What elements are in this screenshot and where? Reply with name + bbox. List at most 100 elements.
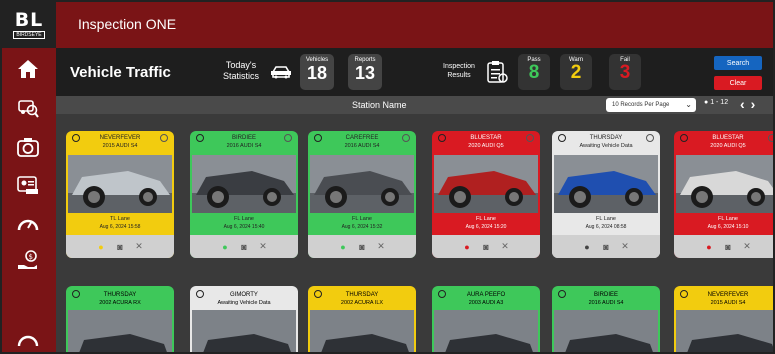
vehicles-value: 18: [306, 63, 328, 83]
vehicle-photo[interactable]: [676, 310, 773, 352]
close-icon[interactable]: ✕: [134, 241, 145, 252]
vehicle-photo[interactable]: [310, 155, 414, 213]
camera-icon[interactable]: ◙: [115, 241, 126, 252]
check-icon[interactable]: [646, 134, 654, 142]
vehicle-card[interactable]: THURSDAY Awaiting Vehicle Data FL Lane Aug …: [552, 131, 660, 258]
card-date: Aug 6, 2024 15:10: [707, 224, 749, 230]
card-model: 2020 AUDI Q5: [710, 143, 746, 149]
close-icon[interactable]: ✕: [258, 241, 269, 252]
check-icon[interactable]: [284, 134, 292, 142]
fail-counter: Fail 3: [609, 54, 641, 90]
vehicle-photo[interactable]: [68, 310, 172, 352]
more-icon[interactable]: [15, 330, 41, 350]
page-title: Vehicle Traffic: [70, 64, 171, 81]
logo[interactable]: BL BIRDSEYE: [2, 2, 56, 48]
card-model: Awaiting Vehicle Data: [579, 143, 633, 149]
vehicle-card[interactable]: BIRDIEE 2016 AUDI S4 FL Lane Aug 6, 2024 15…: [190, 131, 298, 258]
vehicle-card[interactable]: BIRDIEE 2016 AUDI S4: [552, 286, 660, 352]
vehicle-photo[interactable]: [68, 155, 172, 213]
records-per-page-value: 10 Records Per Page: [612, 102, 670, 108]
reports-counter: Reports 13: [348, 54, 382, 90]
card-header: NEVERFEVER 2015 AUDI S4: [66, 131, 174, 155]
sub-bar: Station Name 10 Records Per Page ⌄ ● 1 -…: [56, 96, 773, 114]
vehicle-photo[interactable]: [434, 155, 538, 213]
vehicle-card[interactable]: BLUESTAR 2020 AUDI Q5 FL Lane Aug 6, 2024 1…: [674, 131, 773, 258]
app-window: Inspection ONE BL BIRDSEYE $ Vehicle Tra…: [0, 0, 775, 354]
card-date: Aug 6, 2024 15:20: [465, 224, 507, 230]
status-icon[interactable]: ●: [96, 241, 107, 252]
page-range-text: 1 - 12: [710, 99, 729, 106]
card-model: 2002 ACURA ILX: [340, 300, 384, 306]
card-day: NEVERFEVER: [707, 292, 749, 298]
card-model: 2016 AUDI S4: [588, 300, 624, 306]
vehicle-photo[interactable]: [310, 310, 414, 352]
check-icon[interactable]: [526, 134, 534, 142]
card-lane: FL Lane: [718, 216, 738, 222]
status-icon[interactable]: ●: [462, 241, 473, 252]
status-icon[interactable]: ●: [704, 241, 715, 252]
logo-subtext: BIRDSEYE: [13, 31, 45, 39]
vehicle-card[interactable]: THURSDAY 2002 ACURA ILX: [308, 286, 416, 352]
svg-text:$: $: [29, 253, 33, 261]
hand-money-icon[interactable]: $: [15, 248, 41, 274]
card-actions: ● ◙ ✕: [66, 235, 174, 258]
card-model: 2016 AUDI S4: [226, 143, 262, 149]
records-per-page-select[interactable]: 10 Records Per Page ⌄: [606, 98, 696, 112]
vehicle-card[interactable]: THURSDAY 2002 ACURA RX: [66, 286, 174, 352]
vehicle-photo[interactable]: [554, 155, 658, 213]
card-model: 2002 ACURA RX: [99, 300, 141, 306]
vehicle-card[interactable]: NEVERFEVER 2015 AUDI S4: [674, 286, 773, 352]
close-icon[interactable]: ✕: [620, 241, 631, 252]
gauge-icon[interactable]: [15, 210, 41, 236]
vehicle-card[interactable]: BLUESTAR 2020 AUDI Q5 FL Lane Aug 6, 2024 1…: [432, 131, 540, 258]
car-icon: [270, 65, 292, 84]
vehicle-card[interactable]: NEVERFEVER 2015 AUDI S4 TL Lane Aug 6, 2024…: [66, 131, 174, 258]
close-icon[interactable]: ✕: [500, 241, 511, 252]
card-day: BLUESTAR: [470, 135, 502, 141]
camera-icon[interactable]: ◙: [601, 241, 612, 252]
card-day: AURA PEEFO: [466, 292, 506, 298]
station-name[interactable]: Station Name: [352, 100, 407, 110]
card-actions: ● ◙ ✕: [308, 235, 416, 258]
inspection-icon[interactable]: [15, 94, 41, 120]
card-footer: FL Lane Aug 6, 2024 08:58: [552, 213, 660, 235]
check-icon[interactable]: [402, 134, 410, 142]
vehicle-photo[interactable]: [554, 310, 658, 352]
chevron-right-icon[interactable]: ›: [751, 96, 762, 112]
chevron-left-icon[interactable]: ‹: [740, 96, 751, 112]
vehicle-card[interactable]: CAREFREE 2016 AUDI S4 FL Lane Aug 6, 2024 1…: [308, 131, 416, 258]
camera-icon[interactable]: ◙: [357, 241, 368, 252]
camera-icon[interactable]: [15, 134, 41, 160]
camera-icon[interactable]: ◙: [723, 241, 734, 252]
vehicle-photo[interactable]: [192, 310, 296, 352]
card-lane: FL Lane: [476, 216, 496, 222]
home-icon[interactable]: [15, 56, 41, 82]
card-lane: FL Lane: [352, 216, 372, 222]
card-actions: ● ◙ ✕: [190, 235, 298, 258]
vehicle-photo[interactable]: [434, 310, 538, 352]
clear-button[interactable]: Clear: [714, 76, 762, 90]
vehicle-photo[interactable]: [676, 155, 773, 213]
camera-icon[interactable]: ◙: [239, 241, 250, 252]
close-icon[interactable]: ✕: [742, 241, 753, 252]
header: Vehicle Traffic Today's Statistics Vehic…: [56, 48, 773, 96]
camera-icon[interactable]: ◙: [481, 241, 492, 252]
status-icon[interactable]: ●: [220, 241, 231, 252]
close-icon[interactable]: ✕: [376, 241, 387, 252]
warn-counter: Warn 2: [560, 54, 592, 90]
check-icon[interactable]: [768, 134, 773, 142]
chevron-down-icon: ⌄: [685, 100, 692, 109]
vehicle-card[interactable]: AURA PEEFO 2003 AUDI A3: [432, 286, 540, 352]
card-footer: FL Lane Aug 6, 2024 15:10: [674, 213, 773, 235]
vehicle-card[interactable]: GIMORTY Awaiting Vehicle Data: [190, 286, 298, 352]
check-icon[interactable]: [160, 134, 168, 142]
status-icon[interactable]: ●: [582, 241, 593, 252]
search-button[interactable]: Search: [714, 56, 762, 70]
fail-value: 3: [619, 62, 631, 83]
vehicle-photo[interactable]: [192, 155, 296, 213]
card-model: 2015 AUDI S4: [710, 300, 746, 306]
status-icon[interactable]: ●: [338, 241, 349, 252]
id-card-icon[interactable]: [15, 172, 41, 198]
card-day: BLUESTAR: [712, 135, 744, 141]
card-day: BIRDIEE: [593, 292, 618, 298]
